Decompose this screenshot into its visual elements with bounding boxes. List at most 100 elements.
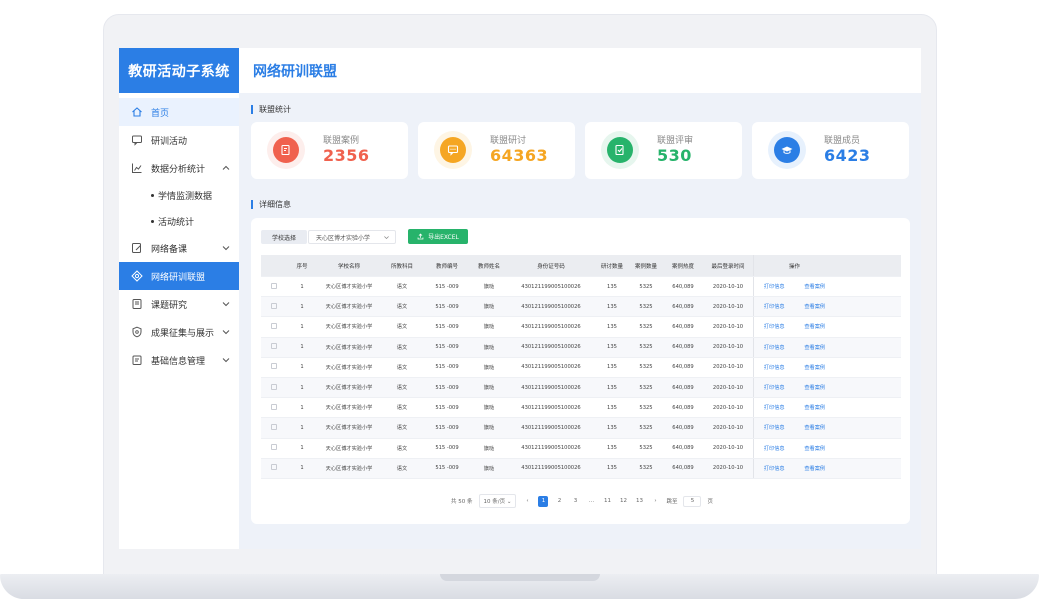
school-select[interactable]: 天心区博才实验小学 <box>308 230 396 244</box>
table-cell: 1 <box>300 344 304 351</box>
row-checkbox[interactable] <box>271 363 277 370</box>
print-info-link[interactable]: 打印信息 <box>764 465 785 472</box>
table-cell: 语文 <box>396 445 408 452</box>
print-info-link[interactable]: 打印信息 <box>764 364 785 371</box>
sidebar-item-home[interactable]: 首页 <box>119 98 239 126</box>
table-cell: 天心区博才实验小学 <box>325 445 373 452</box>
table-cell: 515 -009 <box>435 364 459 371</box>
table-cell: 430121199005100026 <box>521 303 581 310</box>
stat-value: 530 <box>657 146 692 165</box>
sidebar-item-alliance[interactable]: 网络研训联盟 <box>119 262 239 290</box>
view-cases-link[interactable]: 查看案例 <box>804 445 825 452</box>
row-checkbox[interactable] <box>271 302 277 309</box>
table-cell: 5325 <box>639 303 653 310</box>
view-cases-link[interactable]: 查看案例 <box>804 344 825 351</box>
row-checkbox[interactable] <box>271 383 277 390</box>
row-actions: 打印信息 查看案例 <box>753 297 835 317</box>
view-cases-link[interactable]: 查看案例 <box>804 283 825 290</box>
sidebar: 教研活动子系统 首页 研训活动 数据分析统计 学情监测数据 活动统计 网络备课 … <box>119 48 239 549</box>
upload-icon <box>417 233 424 240</box>
sidebar-subitem-activity-stats[interactable]: 活动统计 <box>119 208 239 234</box>
view-cases-link[interactable]: 查看案例 <box>804 364 825 371</box>
table-cell: 语文 <box>396 405 408 412</box>
table-cell: 1 <box>300 283 304 290</box>
chevron-down-icon <box>222 358 230 363</box>
row-actions: 打印信息 查看案例 <box>753 317 835 337</box>
view-cases-link[interactable]: 查看案例 <box>804 424 825 431</box>
stat-card-cases: 联盟案例 2356 <box>251 122 408 179</box>
page-button-11[interactable]: 11 <box>602 496 612 507</box>
sidebar-item-training[interactable]: 研训活动 <box>119 126 239 154</box>
table-cell: 5325 <box>639 465 653 472</box>
book-icon <box>131 298 143 310</box>
table-header-cell: 操作 <box>753 255 835 276</box>
page-button-1[interactable]: 1 <box>538 495 549 507</box>
print-info-link[interactable]: 打印信息 <box>764 384 785 391</box>
page-suffix: 页 <box>707 499 713 505</box>
prev-page-button[interactable]: ‹ <box>522 496 532 507</box>
print-info-link[interactable]: 打印信息 <box>764 303 785 310</box>
table-cell: 天心区博才实验小学 <box>325 304 373 311</box>
row-actions: 打印信息 查看案例 <box>753 398 835 418</box>
table-cell: 640,089 <box>672 384 694 391</box>
sidebar-item-basic-info[interactable]: 基础信息管理 <box>119 346 239 374</box>
stat-icon-wrap <box>768 131 806 169</box>
row-checkbox[interactable] <box>271 403 277 410</box>
table-cell: 天心区博才实验小学 <box>325 364 373 371</box>
view-cases-link[interactable]: 查看案例 <box>804 465 825 472</box>
row-checkbox-cell <box>261 383 287 392</box>
print-info-link[interactable]: 打印信息 <box>764 323 785 330</box>
view-cases-link[interactable]: 查看案例 <box>804 404 825 411</box>
print-info-link[interactable]: 打印信息 <box>764 445 785 452</box>
table-cell: 2020-10-10 <box>712 323 744 330</box>
table-cell: 语文 <box>396 284 408 291</box>
row-checkbox[interactable] <box>271 444 277 451</box>
row-checkbox[interactable] <box>271 282 277 289</box>
sidebar-item-achievements[interactable]: 成果征集与展示 <box>119 318 239 346</box>
page-button-13[interactable]: 13 <box>634 496 644 507</box>
table-cell: 1 <box>300 465 304 472</box>
table-cell: 5325 <box>639 283 653 290</box>
page-button-3[interactable]: 3 <box>570 496 580 507</box>
jump-page-input[interactable]: 5 <box>683 495 702 507</box>
print-info-link[interactable]: 打印信息 <box>764 404 785 411</box>
row-checkbox-cell <box>261 464 287 472</box>
row-checkbox[interactable] <box>271 423 277 430</box>
page-button-2[interactable]: 2 <box>554 496 564 507</box>
page-ellipsis: ... <box>588 498 595 504</box>
next-page-button[interactable]: › <box>650 496 660 507</box>
table-cell: 1 <box>300 384 304 391</box>
row-checkbox-cell <box>261 363 287 371</box>
page-size-select[interactable]: 10 条/页 ⌄ <box>478 494 517 508</box>
teacher-table: 序号 学校名称 所教科目 教师编号 教师姓名 身份证号码 研讨数量 案例数量 案… <box>261 255 901 479</box>
row-checkbox[interactable] <box>271 322 277 329</box>
table-cell: 135 <box>607 283 617 290</box>
table-cell: 135 <box>607 303 617 310</box>
chevron-down-icon <box>222 246 230 251</box>
print-info-link[interactable]: 打印信息 <box>764 344 785 351</box>
table-cell: 515 -009 <box>435 404 459 411</box>
sidebar-item-research[interactable]: 课题研究 <box>119 290 239 318</box>
sidebar-item-lesson-prep[interactable]: 网络备课 <box>119 234 239 262</box>
print-info-link[interactable]: 打印信息 <box>764 424 785 431</box>
print-info-link[interactable]: 打印信息 <box>764 283 785 290</box>
sidebar-subitem-monitoring[interactable]: 学情监测数据 <box>119 182 239 208</box>
app-screen: 教研活动子系统 首页 研训活动 数据分析统计 学情监测数据 活动统计 网络备课 … <box>119 48 921 549</box>
view-cases-link[interactable]: 查看案例 <box>804 384 825 391</box>
row-checkbox[interactable] <box>271 464 277 471</box>
table-cell: 旗哒 <box>483 465 495 472</box>
table-cell: 2020-10-10 <box>712 283 744 290</box>
page-button-12[interactable]: 12 <box>618 496 628 507</box>
sidebar-item-label: 研训活动 <box>151 136 188 147</box>
chevron-down-icon <box>384 236 389 240</box>
row-checkbox[interactable] <box>271 343 277 350</box>
sidebar-item-data-analysis[interactable]: 数据分析统计 <box>119 154 239 182</box>
chevron-down-icon <box>222 330 230 335</box>
export-excel-button[interactable]: 导出EXCEL <box>408 229 468 244</box>
view-cases-link[interactable]: 查看案例 <box>804 303 825 310</box>
table-cell: 5325 <box>639 323 653 330</box>
table-cell: 515 -009 <box>435 445 459 452</box>
table-cell: 语文 <box>396 344 408 351</box>
sidebar-item-label: 成果征集与展示 <box>151 328 215 339</box>
view-cases-link[interactable]: 查看案例 <box>804 323 825 330</box>
